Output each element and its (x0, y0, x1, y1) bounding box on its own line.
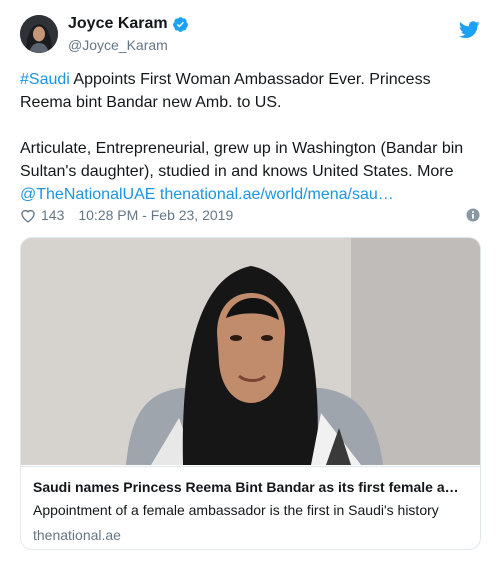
timestamp[interactable]: 10:28 PM - Feb 23, 2019 (78, 207, 233, 223)
heart-icon[interactable] (20, 208, 36, 223)
card-domain: thenational.ae (33, 527, 121, 543)
tweet-text: #Saudi Appoints First Woman Ambassador E… (20, 68, 485, 206)
author-handle[interactable]: @Joyce_Karam (68, 37, 168, 53)
card-image[interactable] (21, 238, 480, 465)
tweet-text-line1: Appoints First Woman Ambassador Ever. Pr… (20, 71, 431, 111)
tweet-meta: 143 10:28 PM - Feb 23, 2019 (20, 205, 480, 225)
display-name[interactable]: Joyce Karam (68, 15, 168, 33)
link-card[interactable]: Saudi names Princess Reema Bint Bandar a… (20, 237, 481, 550)
mention-link[interactable]: @TheNationalUAE (20, 186, 155, 203)
tweet-text-para2: Articulate, Entrepreneurial, grew up in … (20, 140, 464, 180)
twitter-bird-icon[interactable] (459, 21, 480, 39)
author-name-row[interactable]: Joyce Karam (68, 15, 189, 33)
avatar[interactable] (20, 15, 58, 53)
info-icon[interactable] (466, 208, 480, 222)
tweet-embed: Joyce Karam @Joyce_Karam #Saudi Appoints… (0, 0, 501, 562)
card-info[interactable]: Saudi names Princess Reema Bint Bandar a… (21, 466, 480, 549)
url-link[interactable]: thenational.ae/world/mena/sau… (160, 186, 394, 203)
card-description: Appointment of a female ambassador is th… (33, 502, 439, 518)
like-count[interactable]: 143 (41, 207, 64, 223)
card-title[interactable]: Saudi names Princess Reema Bint Bandar a… (33, 479, 467, 495)
hashtag-link[interactable]: #Saudi (20, 71, 70, 88)
verified-badge-icon (172, 16, 188, 32)
